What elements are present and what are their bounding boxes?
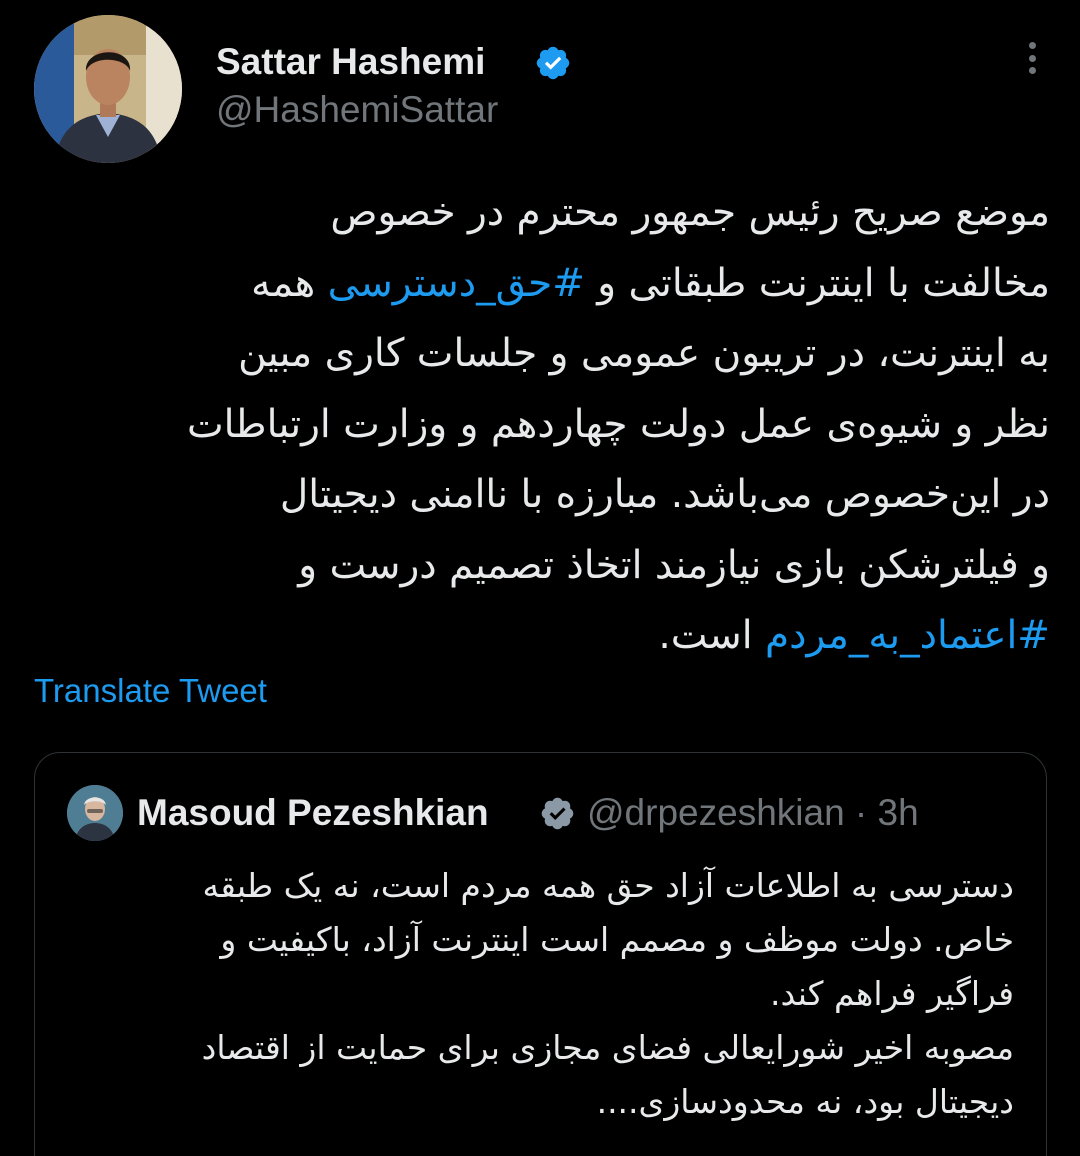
tweet-text-segment: و فیلترشکن بازی نیازمند اتخاذ تصمیم درست… bbox=[298, 542, 1050, 588]
quoted-author-display-name[interactable]: Masoud Pezeshkian bbox=[137, 791, 489, 835]
author-avatar[interactable] bbox=[34, 15, 182, 163]
tweet-text-segment: نظر و شیوه‌ی عمل دولت چهاردهم و وزارت ار… bbox=[186, 401, 1050, 447]
hashtag-link[interactable]: #حق_دسترسی bbox=[328, 261, 585, 306]
more-options-icon[interactable] bbox=[1020, 38, 1044, 78]
tweet-text-segment: به اینترنت، در تریبون عمومی و جلسات کاری… bbox=[238, 331, 1050, 376]
quoted-avatar-image bbox=[67, 785, 123, 841]
tweet-text-segment: در این‌خصوص می‌باشد. مبارزه با ناامنی دی… bbox=[279, 472, 1050, 517]
quoted-tweet-text-line: دیجیتال بود، نه محدودسازی.... bbox=[596, 1082, 1014, 1121]
verified-badge-icon bbox=[534, 44, 572, 82]
author-handle[interactable]: @HashemiSattar bbox=[216, 88, 498, 132]
tweet-text-line: مخالفت با اینترنت طبقاتی و #حق_دسترسی هم… bbox=[34, 249, 1050, 320]
quoted-tweet-text-line: فراگیر فراهم کند. bbox=[769, 974, 1014, 1013]
quoted-tweet-text-line: مصوبه اخیر شورایعالی فضای مجازی برای حما… bbox=[201, 1028, 1014, 1067]
quoted-tweet-text-line: خاص. دولت موظف و مصمم است اینترنت آزاد، … bbox=[220, 920, 1014, 959]
hashtag-link[interactable]: #اعتماد_به_مردم bbox=[765, 613, 1050, 658]
tweet-text-line: در این‌خصوص می‌باشد. مبارزه با ناامنی دی… bbox=[34, 460, 1050, 531]
quoted-tweet-text: دسترسی به اطلاعات آزاد حق همه مردم است، … bbox=[54, 859, 1014, 1129]
quoted-tweet-text-line: دسترسی به اطلاعات آزاد حق همه مردم است، … bbox=[202, 866, 1014, 905]
avatar-image bbox=[34, 15, 182, 163]
translate-tweet-link[interactable]: Translate Tweet bbox=[34, 670, 267, 712]
author-display-name[interactable]: Sattar Hashemi bbox=[216, 40, 485, 84]
tweet-text: موضع صریح رئیس جمهور محترم در خصوص مخالفت… bbox=[34, 178, 1050, 672]
tweet-text-line: و فیلترشکن بازی نیازمند اتخاذ تصمیم درست… bbox=[34, 531, 1050, 602]
quoted-tweet-card[interactable]: Masoud Pezeshkian @drpezeshkian · 3h دست… bbox=[34, 752, 1047, 1156]
quoted-author-handle-time[interactable]: @drpezeshkian · 3h bbox=[587, 791, 919, 835]
tweet: Sattar Hashemi @HashemiSattar موضع صریح … bbox=[0, 0, 1080, 1156]
tweet-text-segment: مخالفت با اینترنت طبقاتی و bbox=[584, 260, 1050, 306]
tweet-text-segment: موضع صریح رئیس جمهور محترم در خصوص bbox=[330, 190, 1050, 235]
tweet-text-segment: همه bbox=[251, 260, 328, 306]
quoted-verified-badge-icon bbox=[539, 795, 576, 832]
tweet-text-line: #اعتماد_به_مردم است. bbox=[34, 601, 1050, 672]
tweet-text-segment: است. bbox=[658, 613, 765, 658]
tweet-text-line: موضع صریح رئیس جمهور محترم در خصوص bbox=[34, 178, 1050, 249]
tweet-text-line: نظر و شیوه‌ی عمل دولت چهاردهم و وزارت ار… bbox=[34, 390, 1050, 461]
quoted-author-avatar[interactable] bbox=[67, 785, 123, 841]
tweet-text-line: به اینترنت، در تریبون عمومی و جلسات کاری… bbox=[34, 319, 1050, 390]
